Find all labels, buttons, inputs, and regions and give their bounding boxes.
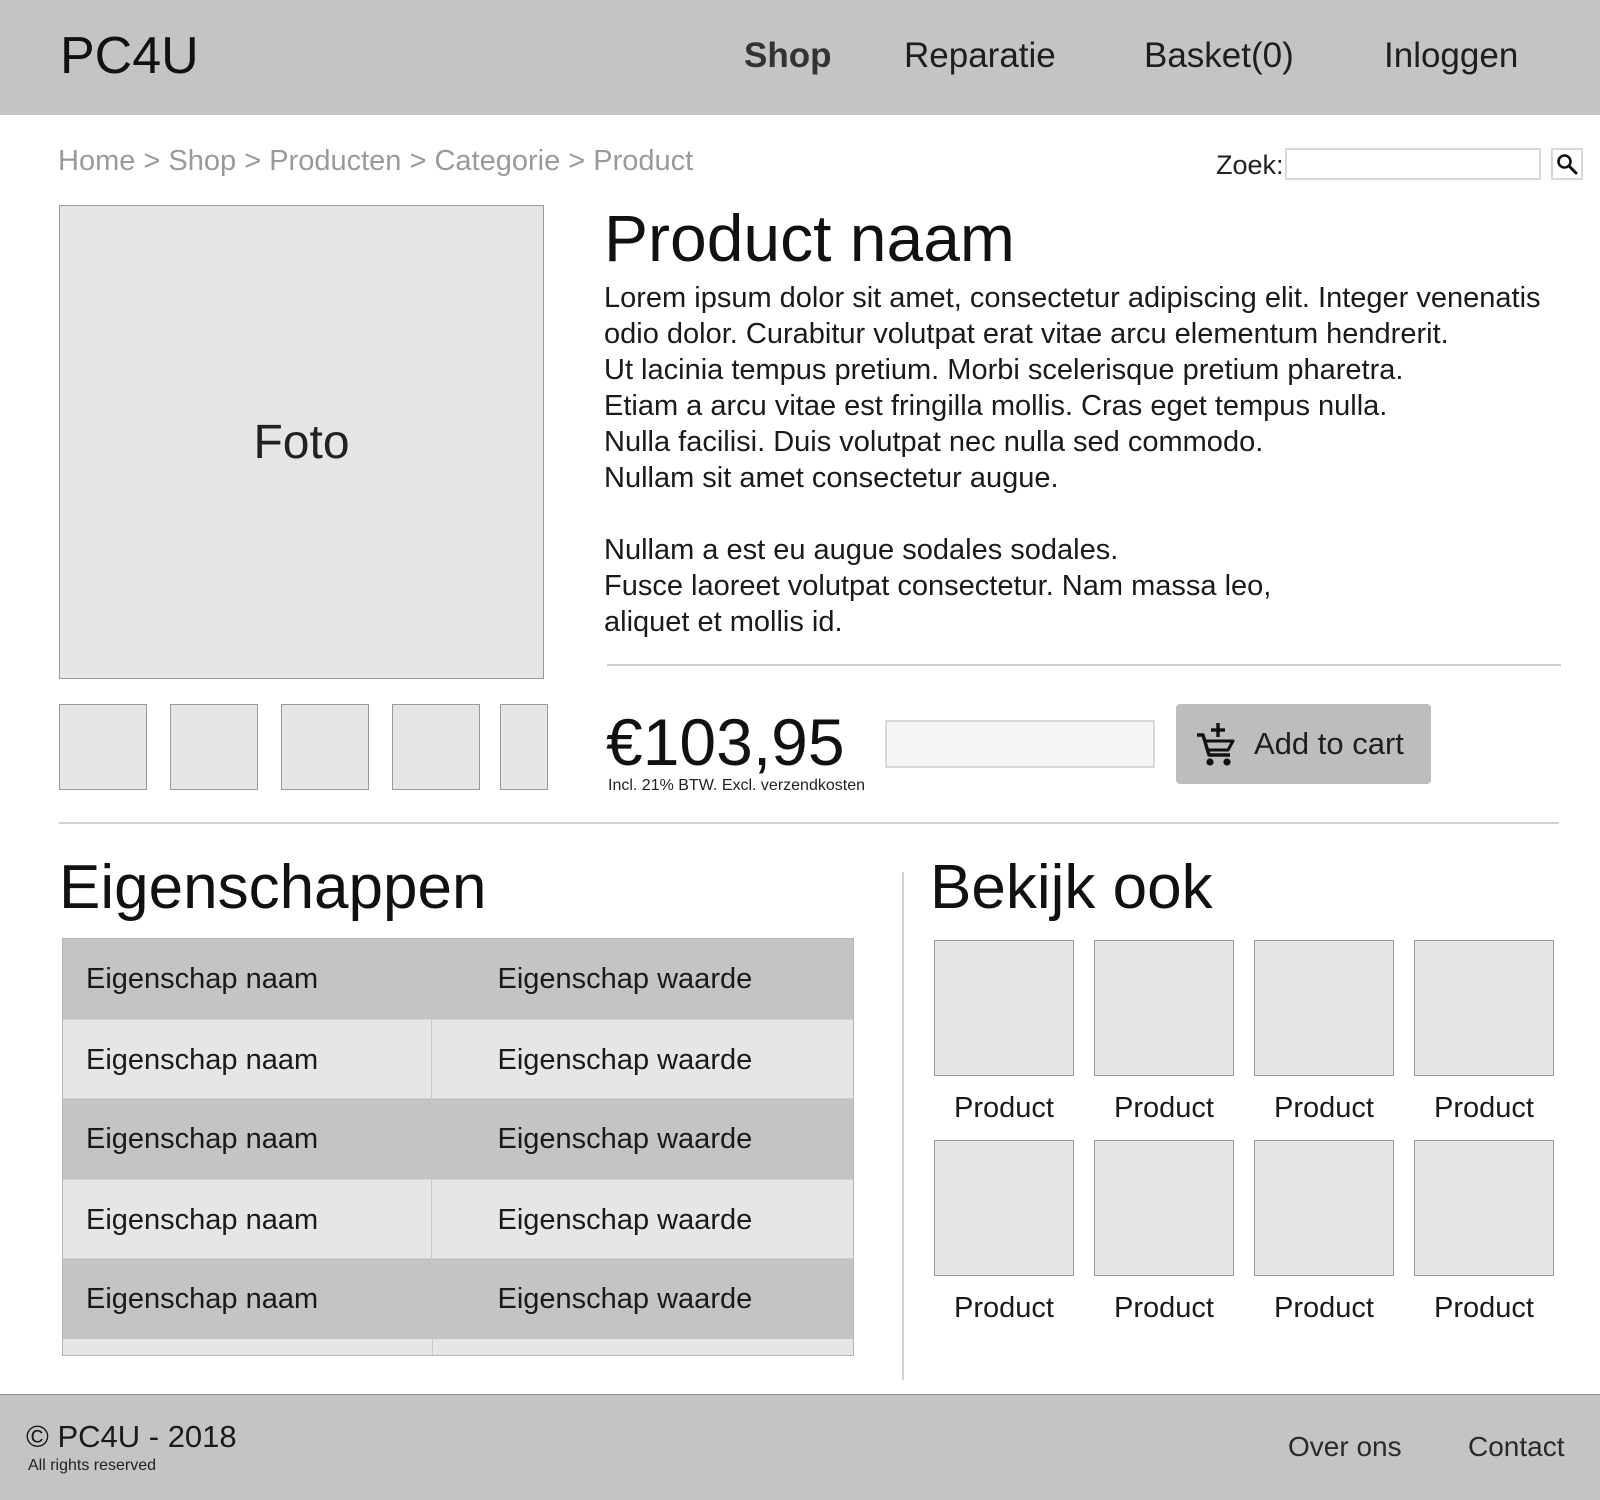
breadcrumb: Home > Shop > Producten > Categorie > Pr… bbox=[58, 143, 693, 179]
divider bbox=[607, 664, 1561, 666]
related-product-image bbox=[1094, 1140, 1234, 1276]
site-logo[interactable]: PC4U bbox=[60, 26, 199, 86]
related-product[interactable]: Product bbox=[1254, 940, 1394, 1126]
description-line: odio dolor. Curabitur volutpat erat vita… bbox=[604, 318, 1449, 350]
breadcrumb-separator: > bbox=[409, 145, 427, 177]
related-product[interactable]: Product bbox=[1254, 1140, 1394, 1326]
related-product[interactable]: Product bbox=[1094, 940, 1234, 1126]
description-line: Fusce laoreet volutpat consectetur. Nam … bbox=[604, 570, 1272, 602]
table-row: Eigenschap naam Eigenschap waarde bbox=[63, 1179, 853, 1259]
related-product-image bbox=[1094, 940, 1234, 1076]
related-product-image bbox=[1254, 940, 1394, 1076]
breadcrumb-separator: > bbox=[143, 145, 161, 177]
thumbnail[interactable] bbox=[170, 704, 258, 790]
related-product-label: Product bbox=[1434, 1092, 1534, 1124]
breadcrumb-separator: > bbox=[568, 145, 586, 177]
table-row: Eigenschap naam Eigenschap waarde bbox=[63, 1259, 853, 1339]
property-value: Eigenschap waarde bbox=[497, 1283, 753, 1315]
breadcrumb-home[interactable]: Home bbox=[58, 145, 135, 177]
related-product[interactable]: Product bbox=[1094, 1140, 1234, 1326]
description-line: Ut lacinia tempus pretium. Morbi sceleri… bbox=[604, 354, 1404, 386]
description-line: Nullam sit amet consectetur augue. bbox=[604, 462, 1059, 494]
thumbnail[interactable] bbox=[281, 704, 369, 790]
nav-login[interactable]: Inloggen bbox=[1384, 34, 1518, 78]
related-product-image bbox=[1414, 940, 1554, 1076]
related-product-label: Product bbox=[954, 1092, 1054, 1124]
thumbnail[interactable] bbox=[500, 704, 548, 790]
divider bbox=[59, 822, 1559, 824]
footer-link-about[interactable]: Over ons bbox=[1288, 1430, 1402, 1464]
table-row: Eigenschap naam Eigenschap waarde bbox=[63, 939, 853, 1019]
property-name: Eigenschap naam bbox=[86, 963, 319, 995]
property-name: Eigenschap naam bbox=[63, 1180, 432, 1258]
breadcrumb-product[interactable]: Product bbox=[593, 145, 693, 177]
description-line bbox=[604, 496, 1564, 532]
related-product[interactable]: Product bbox=[934, 940, 1074, 1126]
description-line: aliquet et mollis id. bbox=[604, 606, 843, 638]
product-title: Product naam bbox=[604, 201, 1015, 275]
quantity-input[interactable] bbox=[885, 720, 1155, 768]
search-button[interactable] bbox=[1551, 148, 1583, 180]
related-product[interactable]: Product bbox=[1414, 940, 1554, 1126]
photo-label: Foto bbox=[253, 415, 350, 469]
related-product-label: Product bbox=[1434, 1292, 1534, 1324]
add-to-cart-label: Add to cart bbox=[1254, 726, 1404, 761]
table-row: Eigenschap naam Eigenschap waarde bbox=[63, 1019, 853, 1099]
related-product-label: Product bbox=[1114, 1092, 1214, 1124]
search-label: Zoek: bbox=[1216, 150, 1284, 180]
property-value: Eigenschap waarde bbox=[497, 1123, 753, 1155]
property-name: Eigenschap naam bbox=[86, 1123, 319, 1155]
breadcrumb-producten[interactable]: Producten bbox=[269, 145, 401, 177]
thumbnail[interactable] bbox=[392, 704, 480, 790]
product-description: Lorem ipsum dolor sit amet, consectetur … bbox=[604, 280, 1564, 640]
breadcrumb-separator: > bbox=[244, 145, 262, 177]
related-product[interactable]: Product bbox=[934, 1140, 1074, 1326]
product-price: €103,95 bbox=[606, 705, 845, 779]
related-title: Bekijk ook bbox=[930, 853, 1213, 922]
section-divider bbox=[902, 872, 904, 1380]
description-line: Nulla facilisi. Duis volutpat nec nulla … bbox=[604, 426, 1264, 458]
property-value: Eigenschap waarde bbox=[497, 963, 753, 995]
property-value: Eigenschap waarde bbox=[497, 1204, 753, 1236]
description-line: Lorem ipsum dolor sit amet, consectetur … bbox=[604, 282, 1541, 314]
related-product-image bbox=[934, 940, 1074, 1076]
table-row-partial bbox=[63, 1339, 853, 1355]
related-product[interactable]: Product bbox=[1414, 1140, 1554, 1326]
breadcrumb-shop[interactable]: Shop bbox=[168, 145, 236, 177]
search-input[interactable] bbox=[1285, 148, 1541, 180]
related-product-label: Product bbox=[1274, 1092, 1374, 1124]
description-line: Etiam a arcu vitae est fringilla mollis.… bbox=[604, 390, 1388, 422]
related-product-label: Product bbox=[1114, 1292, 1214, 1324]
price-note: Incl. 21% BTW. Excl. verzendkosten bbox=[608, 777, 865, 794]
nav-shop[interactable]: Shop bbox=[744, 34, 831, 78]
nav-basket[interactable]: Basket(0) bbox=[1144, 34, 1294, 78]
properties-title: Eigenschappen bbox=[59, 853, 487, 922]
property-name: Eigenschap naam bbox=[63, 1020, 432, 1098]
property-value: Eigenschap waarde bbox=[497, 1044, 753, 1076]
product-photo: Foto bbox=[59, 205, 544, 679]
copyright: © PC4U - 2018 bbox=[26, 1419, 237, 1454]
related-product-image bbox=[1254, 1140, 1394, 1276]
search-icon bbox=[1557, 154, 1578, 175]
related-product-image bbox=[934, 1140, 1074, 1276]
thumbnail[interactable] bbox=[59, 704, 147, 790]
footer-link-contact[interactable]: Contact bbox=[1468, 1430, 1565, 1464]
related-product-label: Product bbox=[954, 1292, 1054, 1324]
table-row: Eigenschap naam Eigenschap waarde bbox=[63, 1099, 853, 1179]
related-product-label: Product bbox=[1274, 1292, 1374, 1324]
description-line: Nullam a est eu augue sodales sodales. bbox=[604, 534, 1119, 566]
related-product-image bbox=[1414, 1140, 1554, 1276]
add-to-cart-button[interactable]: Add to cart bbox=[1176, 704, 1431, 784]
property-name: Eigenschap naam bbox=[86, 1283, 319, 1315]
rights-text: All rights reserved bbox=[28, 1457, 157, 1474]
properties-table: Eigenschap naam Eigenschap waarde Eigens… bbox=[62, 938, 854, 1356]
nav-reparatie[interactable]: Reparatie bbox=[904, 34, 1056, 78]
add-shopping-cart-icon bbox=[1196, 721, 1236, 767]
breadcrumb-categorie[interactable]: Categorie bbox=[434, 145, 560, 177]
